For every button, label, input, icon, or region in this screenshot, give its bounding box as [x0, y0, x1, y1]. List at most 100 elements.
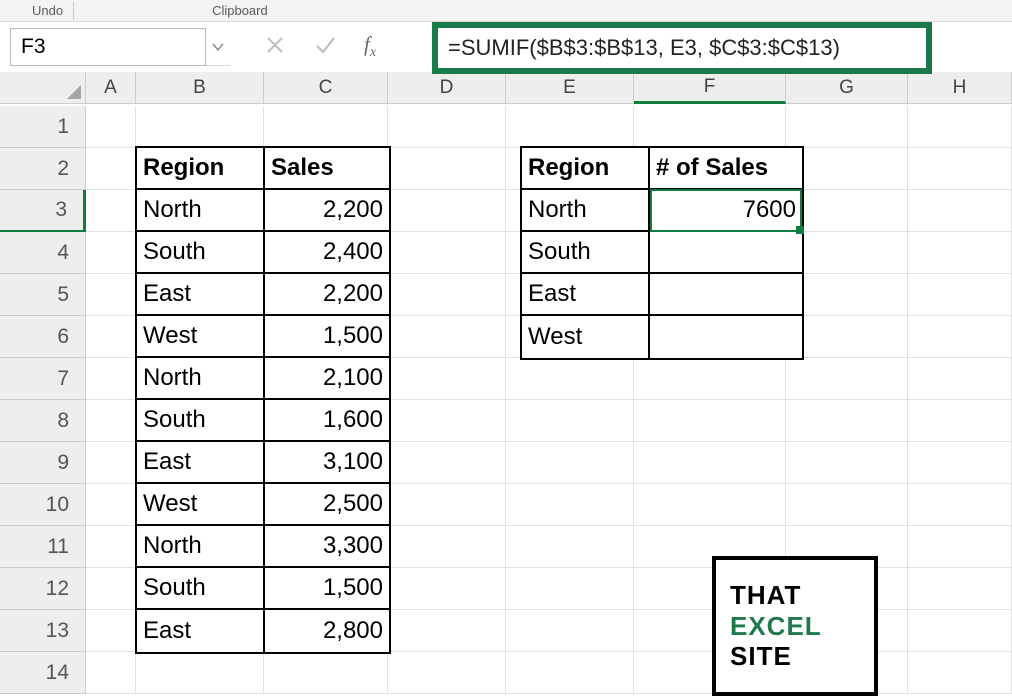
table1-cell[interactable]: South	[137, 400, 265, 442]
table1-cell[interactable]: 2,200	[265, 190, 389, 232]
col-header-g[interactable]: G	[786, 72, 908, 104]
grid-cell[interactable]	[388, 232, 506, 274]
grid-cell[interactable]	[908, 526, 1012, 568]
table2-cell[interactable]: West	[522, 316, 650, 358]
grid-cell[interactable]	[506, 442, 634, 484]
grid-cell[interactable]	[86, 358, 136, 400]
table1-cell[interactable]: North	[137, 526, 265, 568]
grid-cell[interactable]	[786, 106, 908, 148]
row-header-5[interactable]: 5	[0, 274, 86, 316]
table2-cell[interactable]: South	[522, 232, 650, 274]
table1-cell[interactable]: East	[137, 274, 265, 316]
name-box-dropdown[interactable]	[206, 28, 230, 66]
table1-cell[interactable]: South	[137, 568, 265, 610]
grid-cell[interactable]	[86, 106, 136, 148]
grid-cell[interactable]	[786, 358, 908, 400]
row-header-1[interactable]: 1	[0, 106, 86, 148]
grid-cell[interactable]	[388, 610, 506, 652]
row-header-11[interactable]: 11	[0, 526, 86, 568]
row-header-8[interactable]: 8	[0, 400, 86, 442]
table1-cell[interactable]: 2,200	[265, 274, 389, 316]
grid-cell[interactable]	[786, 274, 908, 316]
grid-cell[interactable]	[264, 652, 388, 694]
grid-cell[interactable]	[388, 148, 506, 190]
col-header-a[interactable]: A	[86, 72, 136, 104]
grid-cell[interactable]	[908, 316, 1012, 358]
grid-cell[interactable]	[786, 316, 908, 358]
grid-cell[interactable]	[908, 610, 1012, 652]
col-header-c[interactable]: C	[264, 72, 388, 104]
col-header-f[interactable]: F	[634, 72, 786, 104]
grid-cell[interactable]	[388, 568, 506, 610]
table1-cell[interactable]: 1,600	[265, 400, 389, 442]
grid-cell[interactable]	[786, 400, 908, 442]
table2-cell[interactable]: North	[522, 190, 650, 232]
grid-cell[interactable]	[634, 400, 786, 442]
grid-cell[interactable]	[786, 148, 908, 190]
accept-formula-button[interactable]	[314, 34, 336, 61]
table1-cell[interactable]: East	[137, 442, 265, 484]
grid-cell[interactable]	[86, 274, 136, 316]
grid-cell[interactable]	[86, 400, 136, 442]
table1-cell[interactable]: 1,500	[265, 316, 389, 358]
table1-cell[interactable]: 2,100	[265, 358, 389, 400]
table1-cell[interactable]: North	[137, 190, 265, 232]
table1-cell[interactable]: West	[137, 484, 265, 526]
table2-cell[interactable]: East	[522, 274, 650, 316]
grid-cell[interactable]	[136, 652, 264, 694]
col-header-h[interactable]: H	[908, 72, 1012, 104]
grid-cell[interactable]	[506, 526, 634, 568]
grid-cell[interactable]	[908, 568, 1012, 610]
grid-cell[interactable]	[786, 442, 908, 484]
grid-cell[interactable]	[86, 316, 136, 358]
spreadsheet-grid[interactable]: A B C D E F G H 1234567891011121314 Regi…	[0, 72, 1012, 694]
col-header-b[interactable]: B	[136, 72, 264, 104]
grid-cell[interactable]	[388, 274, 506, 316]
grid-cell[interactable]	[86, 442, 136, 484]
grid-cell[interactable]	[506, 106, 634, 148]
grid-cell[interactable]	[388, 526, 506, 568]
grid-cell[interactable]	[388, 106, 506, 148]
row-header-6[interactable]: 6	[0, 316, 86, 358]
grid-cell[interactable]	[388, 442, 506, 484]
undo-label[interactable]: Undo	[0, 3, 63, 18]
grid-cell[interactable]	[506, 610, 634, 652]
grid-cell[interactable]	[86, 526, 136, 568]
table2-cell[interactable]	[650, 316, 802, 358]
table1-cell[interactable]: South	[137, 232, 265, 274]
table2-cell[interactable]: 7600	[650, 190, 802, 232]
grid-cell[interactable]	[388, 652, 506, 694]
grid-cell[interactable]	[506, 568, 634, 610]
table1-cell[interactable]: 1,500	[265, 568, 389, 610]
grid-cell[interactable]	[908, 148, 1012, 190]
col-header-d[interactable]: D	[388, 72, 506, 104]
grid-cell[interactable]	[506, 484, 634, 526]
row-header-9[interactable]: 9	[0, 442, 86, 484]
formula-input[interactable]	[440, 32, 930, 68]
grid-cell[interactable]	[634, 442, 786, 484]
grid-cell[interactable]	[908, 358, 1012, 400]
table1-cell[interactable]: 3,300	[265, 526, 389, 568]
grid-cell[interactable]	[86, 232, 136, 274]
grid-cell[interactable]	[908, 484, 1012, 526]
grid-cell[interactable]	[908, 652, 1012, 694]
cancel-formula-button[interactable]	[264, 34, 286, 61]
grid-cell[interactable]	[506, 400, 634, 442]
grid-cell[interactable]	[506, 652, 634, 694]
grid-cell[interactable]	[136, 106, 264, 148]
grid-cell[interactable]	[86, 610, 136, 652]
row-header-3[interactable]: 3	[0, 190, 86, 232]
grid-cell[interactable]	[908, 400, 1012, 442]
grid-cell[interactable]	[634, 106, 786, 148]
col-header-e[interactable]: E	[506, 72, 634, 104]
row-header-14[interactable]: 14	[0, 652, 86, 694]
grid-cell[interactable]	[86, 568, 136, 610]
name-box[interactable]: F3	[10, 28, 206, 66]
table1-cell[interactable]: West	[137, 316, 265, 358]
table1-cell[interactable]: East	[137, 610, 265, 652]
table1-cell[interactable]: 3,100	[265, 442, 389, 484]
grid-cell[interactable]	[908, 232, 1012, 274]
grid-cell[interactable]	[86, 652, 136, 694]
table1-cell[interactable]: 2,400	[265, 232, 389, 274]
grid-cell[interactable]	[86, 148, 136, 190]
